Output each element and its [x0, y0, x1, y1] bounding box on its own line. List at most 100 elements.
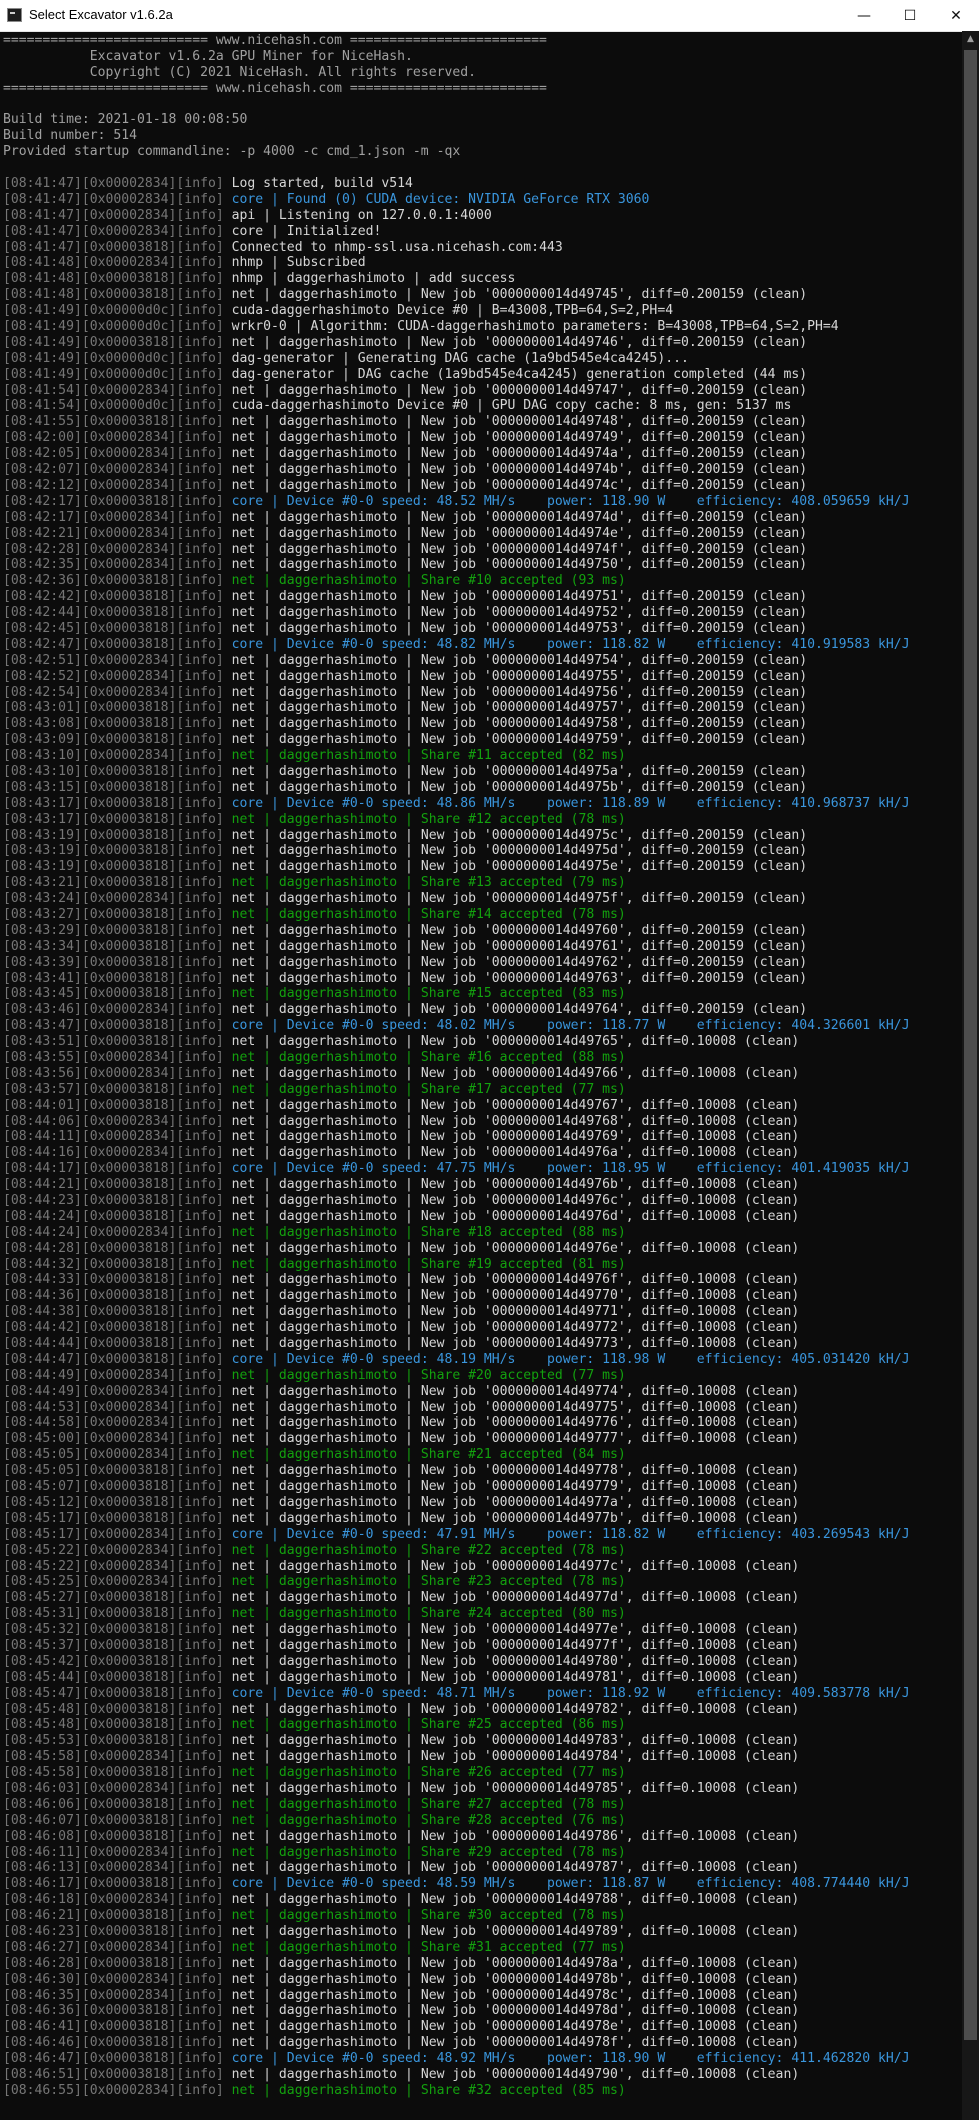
console-line: [08:41:48][0x00002834][info] nhmp | Subs…: [3, 255, 910, 271]
console-line: [08:44:38][0x00003818][info] net | dagge…: [3, 1304, 910, 1320]
console-line: [08:43:39][0x00003818][info] net | dagge…: [3, 955, 910, 971]
log-message: net | daggerhashimoto | New job '0000000…: [231, 382, 808, 398]
console-output[interactable]: ========================== www.nicehash.…: [0, 31, 962, 2120]
log-message: core | Device #0-0 speed: 48.71 MH/s pow…: [231, 1685, 910, 1701]
log-message: net | daggerhashimoto | New job '0000000…: [231, 1129, 800, 1145]
log-message: core | Device #0-0 speed: 47.91 MH/s pow…: [231, 1526, 910, 1542]
console-line: [08:41:49][0x00000d0c][info] dag-generat…: [3, 351, 910, 367]
console-line: [08:42:00][0x00002834][info] net | dagge…: [3, 430, 910, 446]
console-window: Select Excavator v1.6.2a — ☐ ✕ =========…: [0, 0, 979, 2120]
console-line: [08:43:56][0x00002834][info] net | dagge…: [3, 1066, 910, 1082]
log-message: nhmp | Subscribed: [231, 255, 366, 271]
log-message: net | daggerhashimoto | New job '0000000…: [231, 1780, 800, 1796]
close-button[interactable]: ✕: [933, 0, 979, 31]
log-message: net | daggerhashimoto | New job '0000000…: [231, 700, 808, 716]
console-line: [08:46:23][0x00003818][info] net | dagge…: [3, 1924, 910, 1940]
console-line: [08:42:52][0x00002834][info] net | dagge…: [3, 669, 910, 685]
scroll-up-arrow-icon[interactable]: ▲: [962, 31, 979, 48]
log-prefix: [08:44:36][0x00003818][info]: [3, 1288, 232, 1304]
console-line: [08:44:32][0x00003818][info] net | dagge…: [3, 1257, 910, 1273]
log-prefix: [08:43:34][0x00003818][info]: [3, 938, 232, 954]
console-line: [08:45:48][0x00003818][info] net | dagge…: [3, 1702, 910, 1718]
log-message: core | Device #0-0 speed: 48.86 MH/s pow…: [231, 795, 910, 811]
log-prefix: [08:45:58][0x00002834][info]: [3, 1749, 232, 1765]
log-message: net | daggerhashimoto | New job '0000000…: [231, 462, 808, 478]
log-message: net | daggerhashimoto | New job '0000000…: [231, 509, 808, 525]
log-message: net | daggerhashimoto | New job '0000000…: [231, 1590, 800, 1606]
console-line: [08:44:06][0x00002834][info] net | dagge…: [3, 1114, 910, 1130]
vertical-scrollbar[interactable]: ▲: [962, 31, 979, 2120]
console-line: [08:42:47][0x00003818][info] core | Devi…: [3, 637, 910, 653]
log-prefix: [08:46:08][0x00003818][info]: [3, 1828, 232, 1844]
log-message: net | daggerhashimoto | New job '0000000…: [231, 2003, 800, 2019]
console-line-text: ========================== www.nicehash.…: [3, 80, 547, 96]
log-message: net | daggerhashimoto | New job '0000000…: [231, 1749, 800, 1765]
console-line: [08:44:28][0x00003818][info] net | dagge…: [3, 1241, 910, 1257]
log-prefix: [08:41:48][0x00003818][info]: [3, 271, 232, 287]
log-prefix: [08:42:51][0x00002834][info]: [3, 652, 232, 668]
log-message: net | daggerhashimoto | New job '0000000…: [231, 779, 808, 795]
console-line: [08:43:19][0x00003818][info] net | dagge…: [3, 828, 910, 844]
log-prefix: [08:42:07][0x00002834][info]: [3, 462, 232, 478]
log-prefix: [08:44:32][0x00003818][info]: [3, 1256, 232, 1272]
log-prefix: [08:42:52][0x00002834][info]: [3, 668, 232, 684]
log-prefix: [08:43:45][0x00003818][info]: [3, 986, 232, 1002]
log-message: net | daggerhashimoto | New job '0000000…: [231, 1494, 800, 1510]
log-prefix: [08:45:42][0x00003818][info]: [3, 1653, 232, 1669]
console-line: [08:42:51][0x00002834][info] net | dagge…: [3, 653, 910, 669]
log-message: net | daggerhashimoto | New job '0000000…: [231, 1065, 800, 1081]
log-prefix: [08:45:12][0x00003818][info]: [3, 1494, 232, 1510]
console-line: [08:42:35][0x00002834][info] net | dagge…: [3, 557, 910, 573]
console-line: [08:42:05][0x00002834][info] net | dagge…: [3, 446, 910, 462]
log-prefix: [08:42:54][0x00002834][info]: [3, 684, 232, 700]
log-prefix: [08:41:49][0x00000d0c][info]: [3, 350, 232, 366]
log-message: net | daggerhashimoto | New job '0000000…: [231, 2035, 800, 2051]
log-prefix: [08:45:25][0x00002834][info]: [3, 1574, 232, 1590]
log-message: net | daggerhashimoto | New job '0000000…: [231, 605, 808, 621]
maximize-button[interactable]: ☐: [887, 0, 933, 31]
scrollbar-thumb[interactable]: [964, 50, 977, 2040]
log-message: net | daggerhashimoto | New job '0000000…: [231, 1558, 800, 1574]
log-prefix: [08:45:58][0x00003818][info]: [3, 1765, 232, 1781]
log-prefix: [08:45:22][0x00002834][info]: [3, 1558, 232, 1574]
console-lines: ========================== www.nicehash.…: [3, 33, 910, 2099]
console-line: [08:44:42][0x00003818][info] net | dagge…: [3, 1320, 910, 1336]
console-line: [08:44:44][0x00003818][info] net | dagge…: [3, 1336, 910, 1352]
minimize-button[interactable]: —: [841, 0, 887, 31]
log-prefix: [08:46:17][0x00003818][info]: [3, 1876, 232, 1892]
log-message: net | daggerhashimoto | New job '0000000…: [231, 716, 808, 732]
log-prefix: [08:43:21][0x00003818][info]: [3, 875, 232, 891]
title-bar[interactable]: Select Excavator v1.6.2a — ☐ ✕: [0, 0, 979, 32]
log-message: net | daggerhashimoto | New job '0000000…: [231, 684, 808, 700]
console-line: [08:41:49][0x00003818][info] net | dagge…: [3, 335, 910, 351]
console-line: [08:41:55][0x00003818][info] net | dagge…: [3, 414, 910, 430]
log-prefix: [08:46:21][0x00003818][info]: [3, 1908, 232, 1924]
log-message: net | daggerhashimoto | New job '0000000…: [231, 1923, 800, 1939]
log-message: dag-generator | Generating DAG cache (1a…: [231, 350, 689, 366]
console-line: [08:45:07][0x00003818][info] net | dagge…: [3, 1479, 910, 1495]
console-line: ========================== www.nicehash.…: [3, 33, 910, 49]
log-prefix: [08:41:54][0x00002834][info]: [3, 382, 232, 398]
log-prefix: [08:42:12][0x00002834][info]: [3, 477, 232, 493]
console-line: [08:44:53][0x00002834][info] net | dagge…: [3, 1400, 910, 1416]
log-message: net | daggerhashimoto | New job '0000000…: [231, 1193, 800, 1209]
log-message: net | daggerhashimoto | New job '0000000…: [231, 922, 808, 938]
console-line: [08:43:01][0x00003818][info] net | dagge…: [3, 700, 910, 716]
log-prefix: [08:46:47][0x00003818][info]: [3, 2051, 232, 2067]
log-message: net | daggerhashimoto | Share #19 accept…: [231, 1256, 626, 1272]
console-line: [08:41:49][0x00000d0c][info] dag-generat…: [3, 367, 910, 383]
log-prefix: [08:45:27][0x00003818][info]: [3, 1590, 232, 1606]
log-prefix: [08:43:01][0x00003818][info]: [3, 700, 232, 716]
log-message: net | daggerhashimoto | New job '0000000…: [231, 1955, 800, 1971]
log-prefix: [08:46:46][0x00003818][info]: [3, 2035, 232, 2051]
log-message: net | daggerhashimoto | New job '0000000…: [231, 938, 808, 954]
log-message: net | daggerhashimoto | New job '0000000…: [231, 1177, 800, 1193]
console-line: [08:42:17][0x00002834][info] net | dagge…: [3, 510, 910, 526]
log-prefix: [08:43:19][0x00003818][info]: [3, 843, 232, 859]
log-message: net | daggerhashimoto | Share #24 accept…: [231, 1606, 626, 1622]
log-prefix: [08:43:17][0x00003818][info]: [3, 811, 232, 827]
log-prefix: [08:46:06][0x00003818][info]: [3, 1796, 232, 1812]
console-line: [08:46:46][0x00003818][info] net | dagge…: [3, 2035, 910, 2051]
log-message: core | Initialized!: [231, 223, 382, 239]
